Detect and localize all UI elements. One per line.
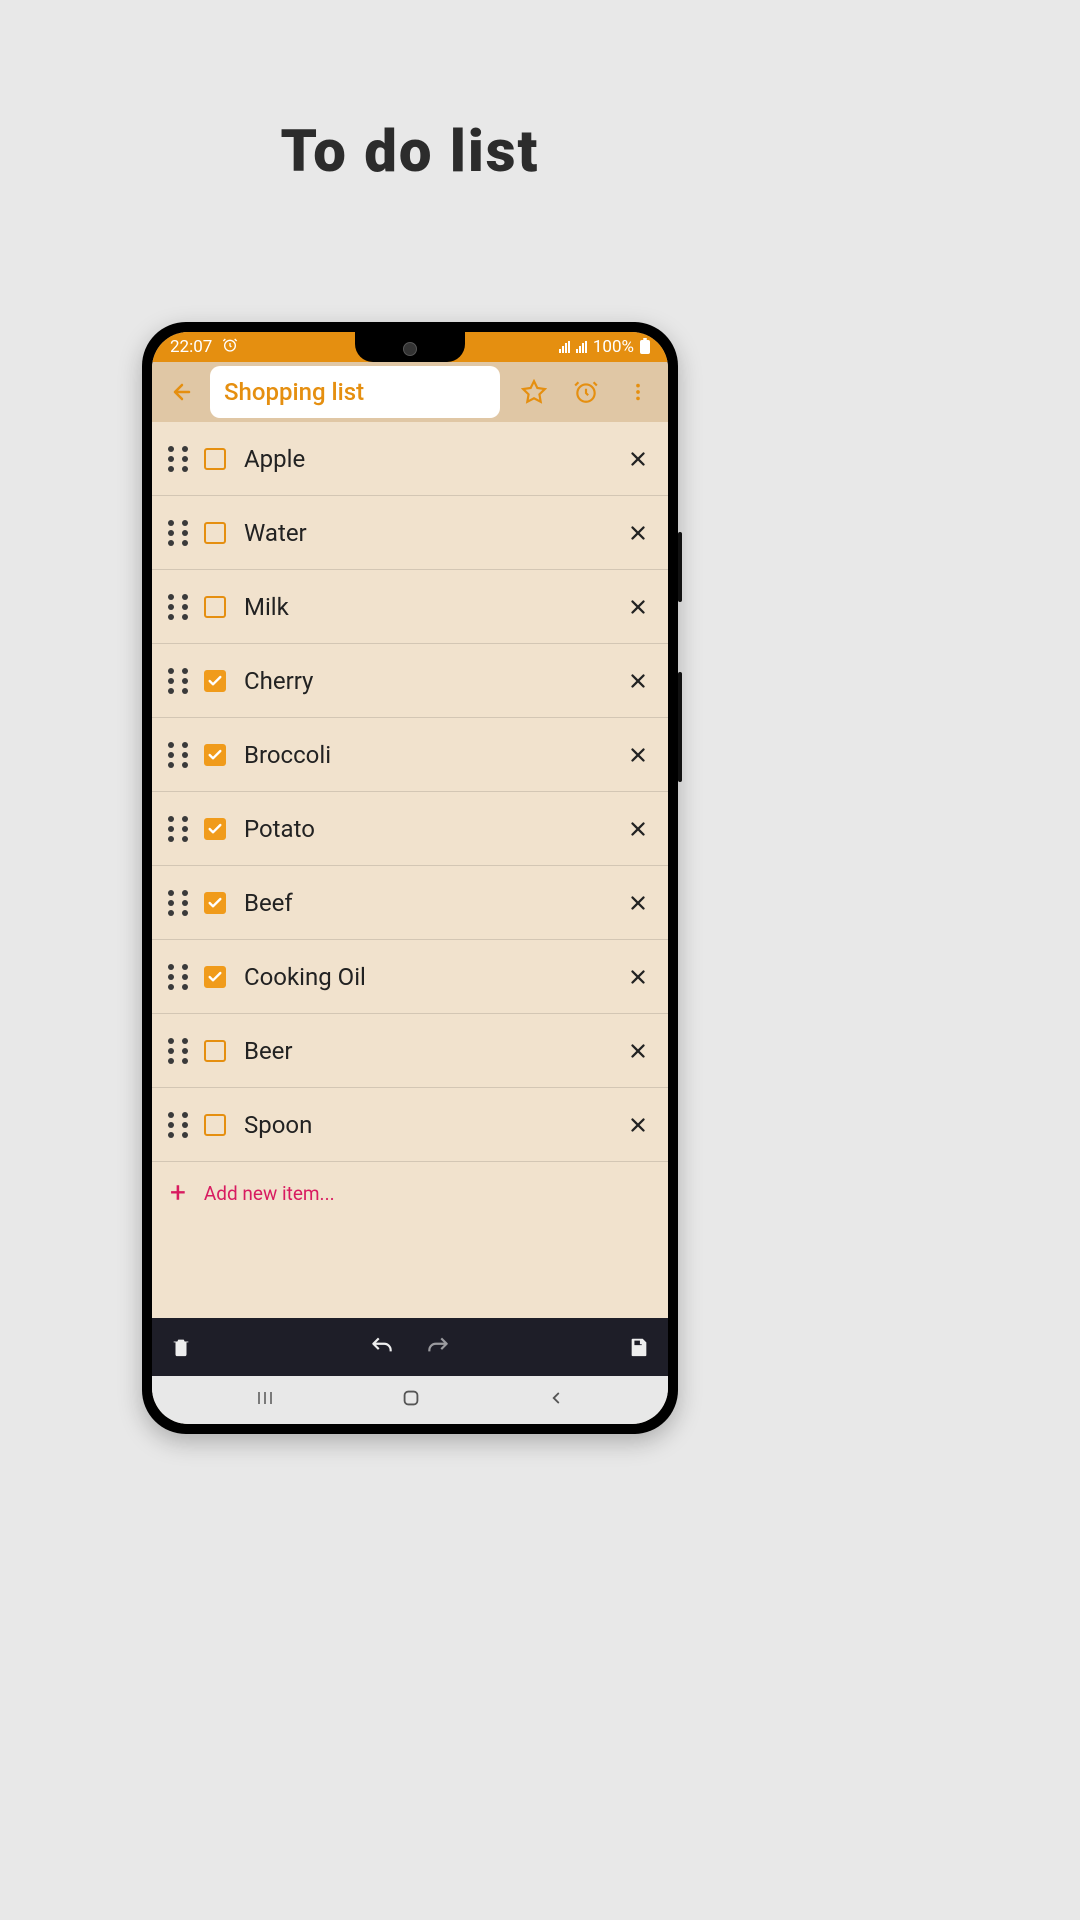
alarm-icon [222, 337, 238, 358]
signal-icon [559, 341, 570, 353]
list-title-input[interactable]: Shopping list [210, 366, 500, 418]
delete-item-button[interactable] [622, 813, 654, 845]
item-label[interactable]: Milk [240, 593, 608, 621]
home-button[interactable] [400, 1387, 422, 1413]
item-checkbox[interactable] [204, 1114, 226, 1136]
drag-handle-icon[interactable] [168, 520, 190, 546]
battery-text: 100% [593, 337, 634, 357]
phone-side-button [678, 672, 682, 782]
bottom-toolbar [152, 1318, 668, 1376]
list-item: Water [152, 496, 668, 570]
item-label[interactable]: Spoon [240, 1111, 608, 1139]
delete-item-button[interactable] [622, 961, 654, 993]
phone-frame: 22:07 100% Shopping list [142, 322, 678, 1434]
more-button[interactable] [614, 368, 662, 416]
delete-item-button[interactable] [622, 517, 654, 549]
delete-item-button[interactable] [622, 739, 654, 771]
plus-icon: + [170, 1179, 186, 1207]
item-checkbox[interactable] [204, 744, 226, 766]
list-item: Apple [152, 422, 668, 496]
system-back-button[interactable] [547, 1389, 565, 1411]
delete-item-button[interactable] [622, 591, 654, 623]
back-button[interactable] [158, 368, 206, 416]
drag-handle-icon[interactable] [168, 668, 190, 694]
undo-button[interactable] [369, 1334, 395, 1360]
list-container: Apple Water Milk Cherry [152, 422, 668, 1162]
item-label[interactable]: Water [240, 519, 608, 547]
app-toolbar: Shopping list [152, 362, 668, 422]
item-checkbox[interactable] [204, 892, 226, 914]
redo-button[interactable] [425, 1334, 451, 1360]
item-checkbox[interactable] [204, 522, 226, 544]
item-label[interactable]: Cooking Oil [240, 963, 608, 991]
drag-handle-icon[interactable] [168, 890, 190, 916]
drag-handle-icon[interactable] [168, 742, 190, 768]
list-item: Milk [152, 570, 668, 644]
page-heading: To do list [0, 118, 820, 186]
save-button[interactable] [628, 1336, 650, 1358]
list-item: Cooking Oil [152, 940, 668, 1014]
recent-apps-button[interactable] [255, 1389, 275, 1411]
item-checkbox[interactable] [204, 1040, 226, 1062]
delete-item-button[interactable] [622, 887, 654, 919]
alarm-button[interactable] [562, 368, 610, 416]
item-label[interactable]: Cherry [240, 667, 608, 695]
drag-handle-icon[interactable] [168, 446, 190, 472]
item-label[interactable]: Potato [240, 815, 608, 843]
phone-notch [355, 332, 465, 362]
item-checkbox[interactable] [204, 818, 226, 840]
item-checkbox[interactable] [204, 448, 226, 470]
system-nav-bar [152, 1376, 668, 1424]
item-label[interactable]: Apple [240, 445, 608, 473]
item-label[interactable]: Beef [240, 889, 608, 917]
trash-button[interactable] [170, 1336, 192, 1358]
add-new-item-label: Add new item... [204, 1182, 335, 1205]
drag-handle-icon[interactable] [168, 1038, 190, 1064]
item-label[interactable]: Beer [240, 1037, 608, 1065]
delete-item-button[interactable] [622, 443, 654, 475]
signal-icon [576, 341, 587, 353]
item-checkbox[interactable] [204, 670, 226, 692]
phone-screen: 22:07 100% Shopping list [152, 332, 668, 1424]
list-item: Potato [152, 792, 668, 866]
list-item: Spoon [152, 1088, 668, 1162]
drag-handle-icon[interactable] [168, 964, 190, 990]
phone-side-button [678, 532, 682, 602]
favorite-button[interactable] [510, 368, 558, 416]
item-checkbox[interactable] [204, 966, 226, 988]
list-title-text: Shopping list [224, 378, 364, 406]
drag-handle-icon[interactable] [168, 1112, 190, 1138]
battery-icon [640, 340, 650, 354]
list-item: Beer [152, 1014, 668, 1088]
item-checkbox[interactable] [204, 596, 226, 618]
status-time: 22:07 [170, 337, 212, 357]
drag-handle-icon[interactable] [168, 816, 190, 842]
list-item: Cherry [152, 644, 668, 718]
delete-item-button[interactable] [622, 1109, 654, 1141]
delete-item-button[interactable] [622, 1035, 654, 1067]
list-item: Beef [152, 866, 668, 940]
delete-item-button[interactable] [622, 665, 654, 697]
add-new-item-row[interactable]: + Add new item... [152, 1162, 668, 1224]
item-label[interactable]: Broccoli [240, 741, 608, 769]
list-item: Broccoli [152, 718, 668, 792]
drag-handle-icon[interactable] [168, 594, 190, 620]
